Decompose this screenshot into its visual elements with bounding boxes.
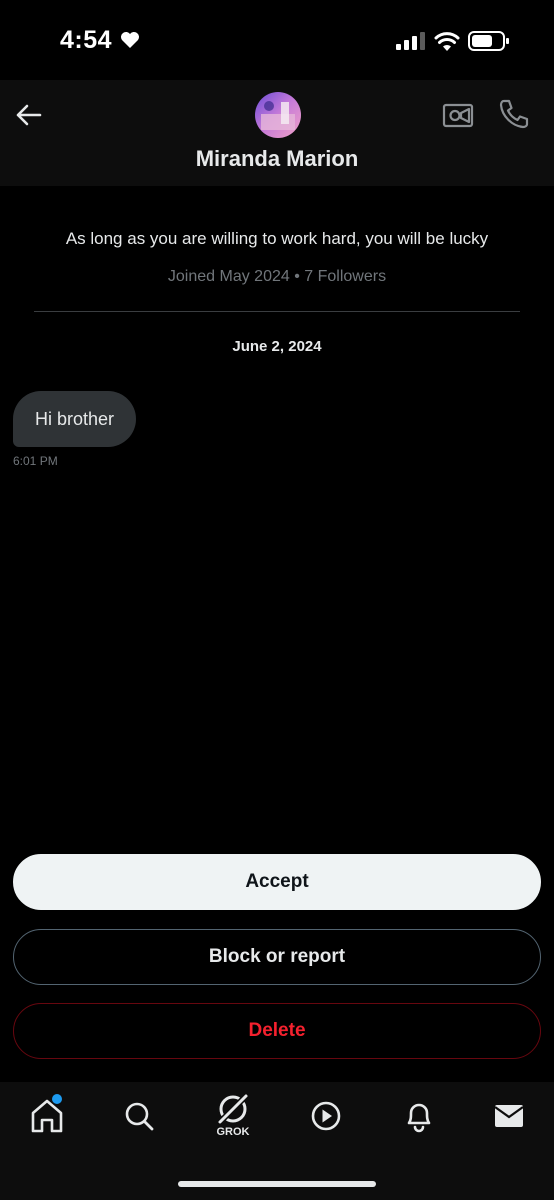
battery-icon	[468, 31, 509, 51]
meta-separator: •	[289, 268, 305, 285]
search-icon[interactable]	[119, 1096, 159, 1136]
tab-grok[interactable]: GROK	[210, 1092, 256, 1140]
conversation-date: June 2, 2024	[232, 338, 322, 355]
bell-icon[interactable]	[399, 1096, 439, 1136]
back-arrow-icon[interactable]	[12, 98, 46, 132]
joined-date: Joined May 2024	[167, 268, 290, 285]
profile-bio: As long as you are willing to work hard,…	[65, 229, 489, 248]
video-camera-icon[interactable]	[442, 100, 474, 130]
mail-icon[interactable]	[489, 1096, 529, 1136]
signal-icon	[396, 32, 425, 50]
grok-icon	[217, 1093, 249, 1125]
accept-button[interactable]: Accept	[13, 854, 541, 910]
avatar[interactable]	[255, 92, 301, 138]
divider	[34, 311, 520, 312]
grok-label: GROK	[216, 1126, 250, 1138]
block-or-report-button[interactable]: Block or report	[13, 929, 541, 985]
conversation-header: Miranda Marion	[0, 80, 554, 186]
video-play-icon[interactable]	[306, 1096, 346, 1136]
profile-meta: Joined May 2024 • 7 Followers	[0, 268, 554, 286]
heart-icon	[121, 32, 139, 48]
phone-icon[interactable]	[498, 98, 530, 130]
delete-button[interactable]: Delete	[13, 1003, 541, 1059]
message-timestamp: 6:01 PM	[13, 454, 58, 468]
status-time: 4:54	[60, 26, 113, 54]
wifi-icon	[434, 32, 460, 51]
status-bar: 4:54	[0, 0, 554, 80]
contact-name[interactable]: Miranda Marion	[0, 146, 554, 172]
message-bubble[interactable]: Hi brother	[13, 391, 137, 447]
followers-count[interactable]: 7 Followers	[304, 268, 386, 285]
home-notification-dot	[52, 1094, 62, 1104]
home-indicator[interactable]	[178, 1181, 376, 1187]
